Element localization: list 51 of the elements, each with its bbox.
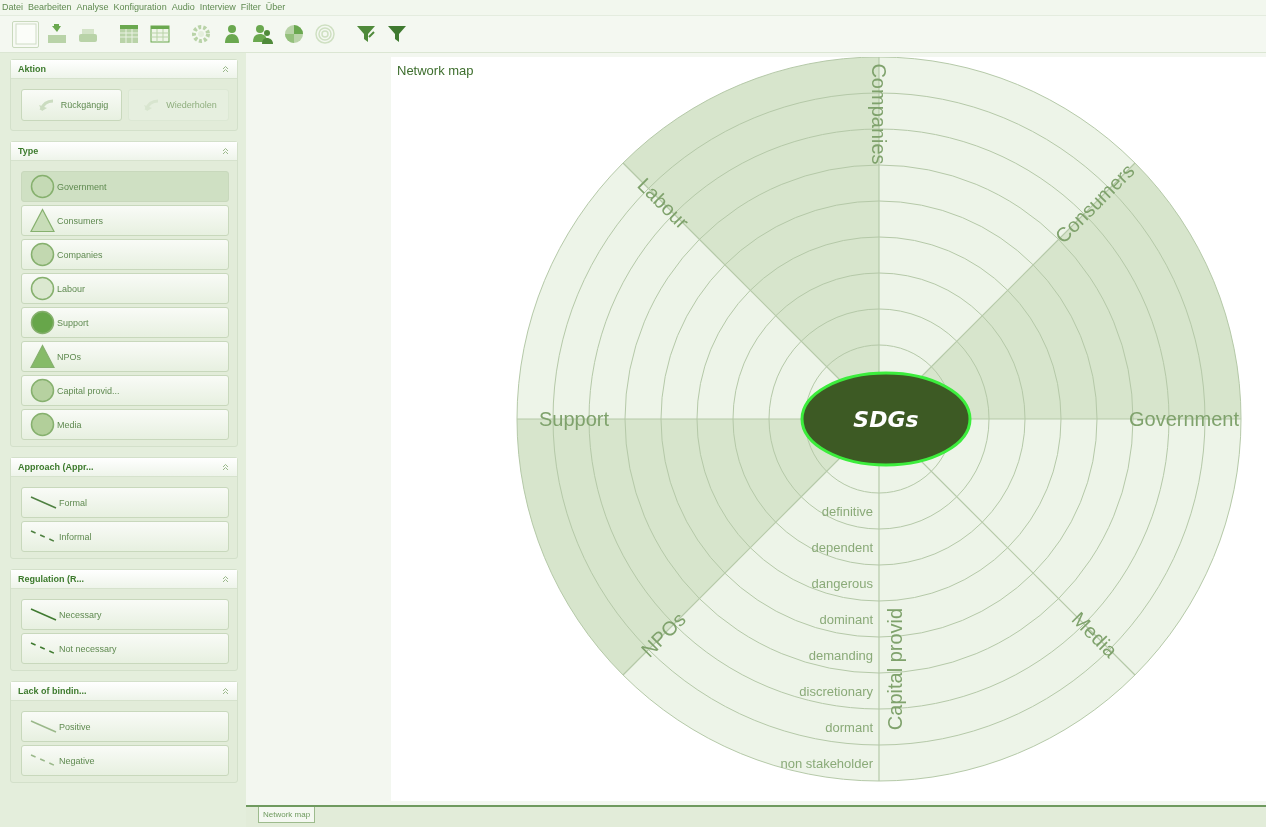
ring-label: discretionary xyxy=(799,684,873,699)
line-style-button[interactable]: Not necessary xyxy=(21,633,229,664)
collapse-icon[interactable] xyxy=(222,687,229,695)
group-title: Type xyxy=(18,146,39,156)
menu-item[interactable]: Über xyxy=(265,1,286,14)
line-style-button[interactable]: Necessary xyxy=(21,599,229,630)
ring-label: non stakeholder xyxy=(780,756,873,771)
people-icon[interactable] xyxy=(250,22,275,46)
menu-item[interactable]: Analyse xyxy=(76,1,109,14)
type-button[interactable]: Government xyxy=(21,171,229,202)
type-button[interactable]: Capital provid... xyxy=(21,375,229,406)
line-style-button[interactable]: Formal xyxy=(21,487,229,518)
type-button[interactable]: NPOs xyxy=(21,341,229,372)
ring-label: dormant xyxy=(825,720,873,735)
type-button[interactable]: Media xyxy=(21,409,229,440)
group-title: Lack of bindin... xyxy=(18,686,87,696)
center-node[interactable] xyxy=(800,371,972,467)
menu-item[interactable]: Filter xyxy=(240,1,261,14)
ring-label: demanding xyxy=(808,648,873,663)
group-title: Aktion xyxy=(18,64,46,74)
group-title: Regulation (R... xyxy=(18,574,84,584)
type-button[interactable]: Support xyxy=(21,307,229,338)
collapse-icon[interactable] xyxy=(222,147,229,155)
menu-item[interactable]: Datei xyxy=(2,1,23,14)
collapse-icon[interactable] xyxy=(222,463,229,471)
line-style-button[interactable]: Negative xyxy=(21,745,229,776)
map-title: Network map xyxy=(397,63,474,78)
menu-item[interactable]: Audio xyxy=(171,1,195,14)
type-button[interactable]: Consumers xyxy=(21,205,229,236)
line-style-button[interactable]: Informal xyxy=(21,521,229,552)
undo-button[interactable]: Rückgängig xyxy=(21,89,122,121)
ring-label: dominant xyxy=(819,612,873,627)
collapse-icon[interactable] xyxy=(222,65,229,73)
ring-label: dangerous xyxy=(811,576,873,591)
center-node-label: SDGs xyxy=(853,407,919,432)
menu-item[interactable]: Bearbeiten xyxy=(28,1,72,14)
ring-label: dependent xyxy=(811,540,873,555)
tab[interactable]: Network map xyxy=(258,807,316,823)
collapse-icon[interactable] xyxy=(222,575,229,583)
group-title: Approach (Appr... xyxy=(18,462,94,472)
sector-label: Capital provid xyxy=(884,607,906,731)
type-button[interactable]: Companies xyxy=(21,239,229,270)
menu-item[interactable]: Interview xyxy=(199,1,236,14)
sector-label: Government xyxy=(1128,408,1240,430)
table-icon[interactable] xyxy=(147,22,172,46)
line-style-button[interactable]: Positive xyxy=(21,711,229,742)
type-button[interactable]: Labour xyxy=(21,273,229,304)
menu-item[interactable]: Konfiguration xyxy=(113,1,167,14)
sector-label: Support xyxy=(538,408,610,430)
ring-label: definitive xyxy=(821,504,873,519)
sector-label: Companies xyxy=(868,63,890,165)
